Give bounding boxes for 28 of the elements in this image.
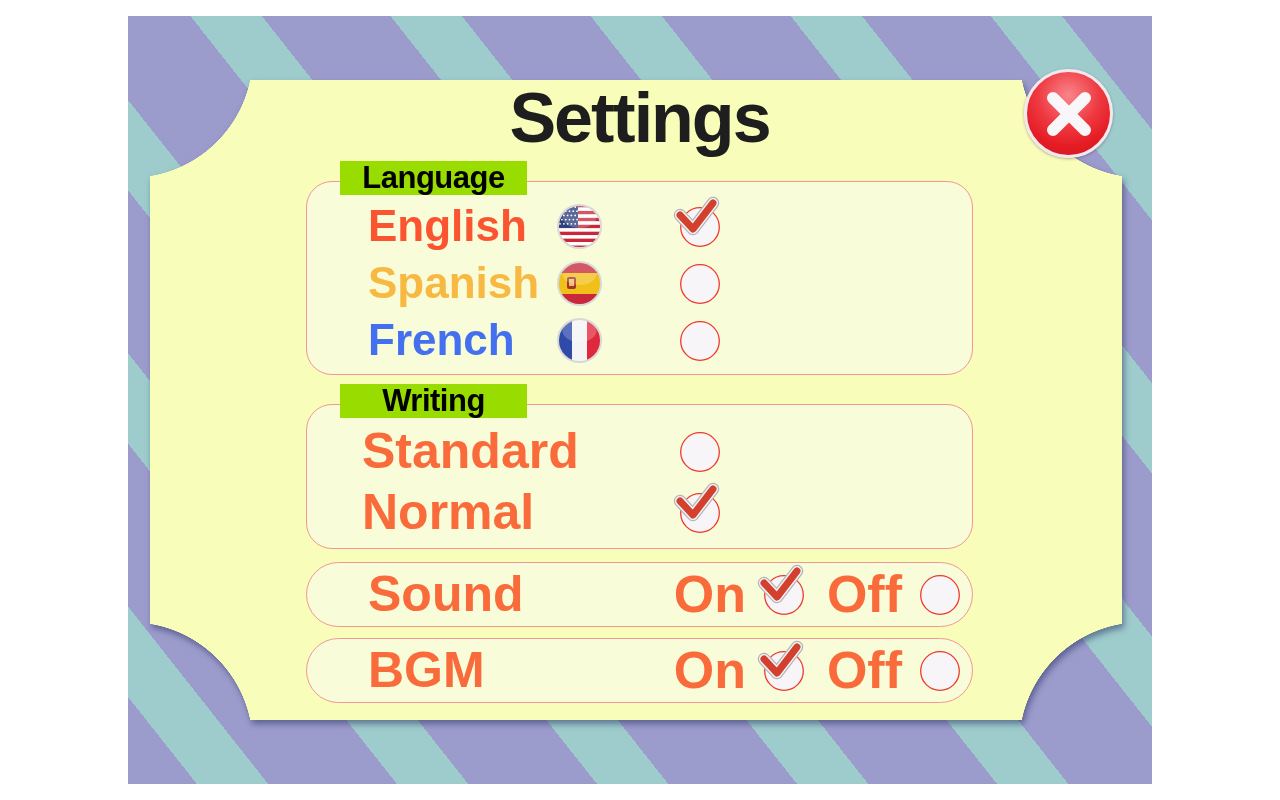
settings-title: Settings (508, 80, 771, 156)
radio-button[interactable] (680, 263, 720, 304)
radio-button[interactable] (756, 563, 805, 615)
radio-button[interactable] (756, 639, 805, 691)
france-flag-icon (557, 318, 602, 363)
radio-button[interactable] (920, 574, 960, 615)
language-label: English (368, 202, 527, 251)
us-flag-icon (557, 204, 602, 249)
radio-button[interactable] (680, 431, 720, 472)
section-label: Writing (340, 384, 527, 418)
radio-button[interactable] (920, 650, 960, 691)
toggle-option-label: On (673, 641, 746, 700)
section-label: Language (340, 161, 527, 195)
writing-label: Standard (362, 424, 579, 479)
language-label: French (368, 316, 515, 365)
radio-button[interactable] (680, 320, 720, 361)
setting-label: BGM (368, 643, 485, 698)
toggle-option-label: Off (826, 641, 902, 700)
radio-button[interactable] (673, 195, 721, 247)
writing-label: Normal (362, 485, 535, 540)
close-icon (1044, 89, 1093, 138)
toggle-option-label: Off (826, 565, 902, 624)
language-label: Spanish (368, 259, 540, 308)
setting-label: Sound (368, 567, 524, 622)
close-button[interactable] (1024, 69, 1113, 158)
radio-button[interactable] (673, 481, 721, 533)
toggle-option-label: On (673, 565, 746, 624)
spain-flag-icon (557, 261, 602, 306)
